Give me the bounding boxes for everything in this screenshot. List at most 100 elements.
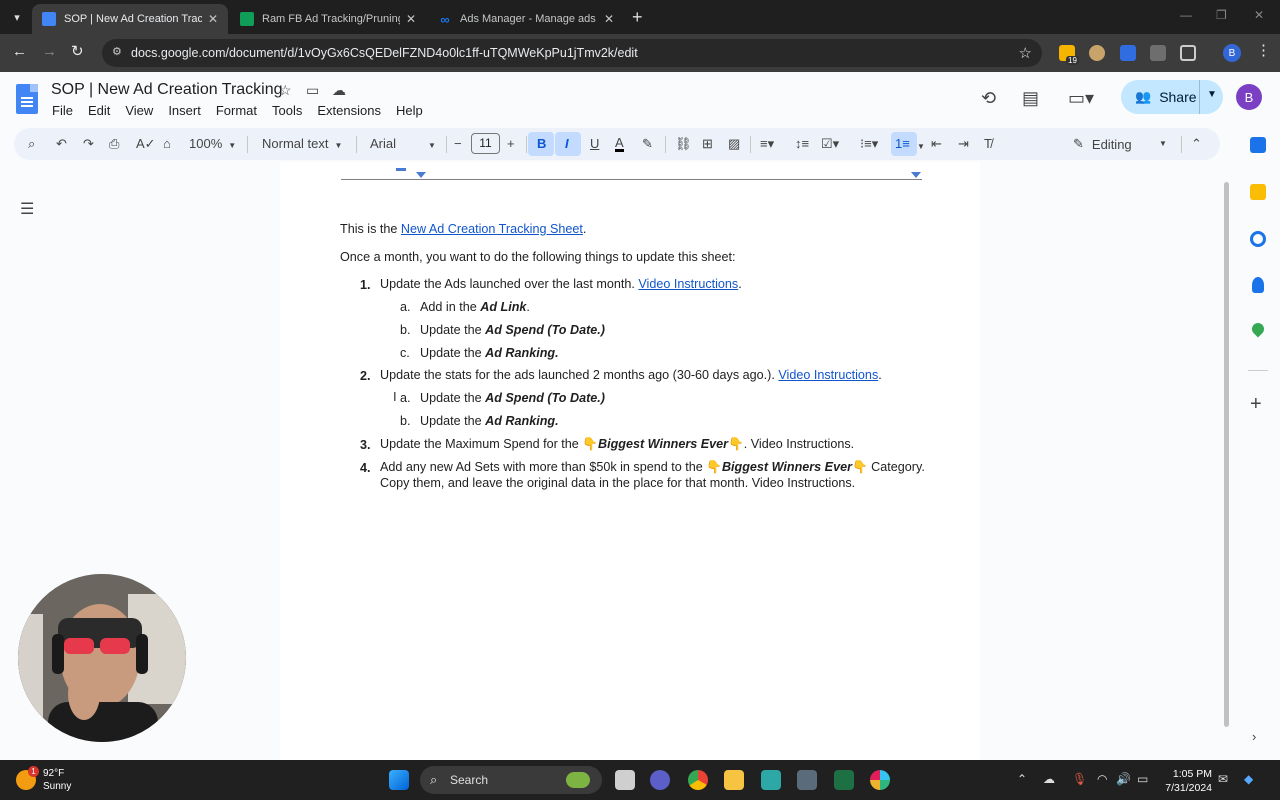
close-tab-icon[interactable]: ✕ <box>406 12 416 26</box>
reload-icon[interactable]: ↻ <box>71 44 84 60</box>
font-size-input[interactable]: 11 <box>471 133 500 154</box>
taskbar-clock[interactable]: 1:05 PM 7/31/2024 <box>1160 767 1212 795</box>
video-instructions-link[interactable]: Video Instructions <box>638 277 738 291</box>
teams-icon[interactable] <box>650 770 670 790</box>
highlight-icon[interactable]: ✎ <box>642 136 653 152</box>
show-hidden-icons[interactable]: ⌃ <box>1017 772 1027 786</box>
vertical-scrollbar[interactable] <box>1222 182 1230 730</box>
site-info-icon[interactable]: ⚙ <box>112 45 126 59</box>
minimize-icon[interactable]: — <box>1180 8 1192 22</box>
menu-format[interactable]: Format <box>216 103 257 118</box>
chevron-down-icon[interactable]: ▼ <box>917 139 925 155</box>
menu-extensions[interactable]: Extensions <box>317 103 381 118</box>
decrease-indent-icon[interactable]: ⇤ <box>931 136 942 152</box>
add-ons-plus-icon[interactable]: + <box>1250 394 1262 414</box>
document-title[interactable]: SOP | New Ad Creation Tracking <box>51 81 283 99</box>
tab-sop-doc[interactable]: SOP | New Ad Creation Tracking ✕ <box>32 4 228 34</box>
keep-icon[interactable] <box>1250 184 1266 200</box>
right-indent-marker[interactable] <box>911 172 921 178</box>
underline-icon[interactable]: U <box>590 136 599 152</box>
add-comment-icon[interactable]: ⊞ <box>702 136 713 152</box>
notepad-icon[interactable] <box>761 770 781 790</box>
menu-tools[interactable]: Tools <box>272 103 302 118</box>
forward-icon[interactable]: → <box>42 44 57 60</box>
search-menus-icon[interactable]: ⌕ <box>28 136 35 152</box>
undo-icon[interactable]: ↶ <box>56 136 67 152</box>
increase-indent-icon[interactable]: ⇥ <box>958 136 969 152</box>
star-icon[interactable]: ☆ <box>279 82 292 99</box>
align-icon[interactable]: ≡▾ <box>760 136 774 152</box>
menu-view[interactable]: View <box>125 103 153 118</box>
back-icon[interactable]: ← <box>12 44 27 60</box>
meet-icon[interactable]: ▭▾ <box>1068 88 1094 109</box>
tab-fb-tracking-sheet[interactable]: Ram FB Ad Tracking/Pruning Sh ✕ <box>230 4 426 34</box>
paint-format-icon[interactable]: ⌂ <box>163 136 171 152</box>
notification-icon[interactable]: ✉ <box>1218 772 1228 786</box>
share-button[interactable]: 👥 Share ▼ <box>1121 80 1223 114</box>
restore-icon[interactable]: ❐ <box>1216 8 1227 22</box>
kebab-menu-icon[interactable]: ⋮ <box>1256 43 1271 59</box>
menu-help[interactable]: Help <box>396 103 423 118</box>
comments-icon[interactable]: ▤ <box>1022 88 1039 109</box>
microphone-icon[interactable]: 🎙 <box>1072 772 1087 786</box>
weather-widget[interactable]: 92°F Sunny <box>43 767 71 793</box>
spellcheck-icon[interactable]: A✓ <box>136 136 156 152</box>
font-select[interactable]: Arial ▼ <box>370 136 436 151</box>
onedrive-icon[interactable]: ☁ <box>1043 772 1055 786</box>
chrome-icon[interactable] <box>688 770 708 790</box>
expand-panel-icon[interactable]: › <box>1252 729 1256 744</box>
tracking-sheet-link[interactable]: New Ad Creation Tracking Sheet <box>401 222 583 236</box>
copilot-icon[interactable]: ◆ <box>1244 772 1253 786</box>
bulleted-list-icon[interactable]: ⁝≡▾ <box>860 136 878 152</box>
insert-link-icon[interactable]: ⛓ <box>675 136 692 152</box>
checklist-icon[interactable]: ☑▾ <box>821 136 839 152</box>
slack-icon[interactable] <box>870 770 890 790</box>
calculator-icon[interactable] <box>797 770 817 790</box>
excel-icon[interactable] <box>834 770 854 790</box>
line-spacing-icon[interactable]: ↕≡ <box>795 136 809 152</box>
close-window-icon[interactable]: ✕ <box>1254 8 1264 22</box>
left-indent-marker[interactable] <box>416 172 426 178</box>
bold-icon[interactable]: B <box>537 136 546 152</box>
puzzle-icon[interactable] <box>1180 45 1196 61</box>
taskbar-search[interactable]: ⌕ Search <box>420 766 602 794</box>
address-bar[interactable]: ⚙ docs.google.com/document/d/1vOyGx6CsQE… <box>102 39 1042 67</box>
extension-icon[interactable] <box>1120 45 1136 61</box>
paragraph-style-select[interactable]: Normal text ▼ <box>262 136 342 151</box>
redo-icon[interactable]: ↷ <box>83 136 94 152</box>
increase-font-size-icon[interactable]: + <box>507 136 515 152</box>
first-line-indent-marker[interactable] <box>396 168 406 171</box>
clear-formatting-icon[interactable]: T̸ <box>984 136 992 152</box>
print-icon[interactable]: ⎙ <box>109 136 119 152</box>
menu-edit[interactable]: Edit <box>88 103 110 118</box>
editing-mode-select[interactable]: ✎ Editing ▼ <box>1061 132 1185 156</box>
tasks-icon[interactable] <box>1250 231 1266 247</box>
move-folder-icon[interactable]: ▭ <box>306 82 319 99</box>
menu-insert[interactable]: Insert <box>168 103 201 118</box>
numbered-list-icon[interactable]: 1≡ <box>895 136 910 152</box>
battery-icon[interactable]: ▭ <box>1137 772 1148 786</box>
document-outline-icon[interactable]: ☰ <box>20 199 34 219</box>
task-view-icon[interactable] <box>615 770 635 790</box>
insert-image-icon[interactable]: ▨ <box>728 136 740 152</box>
contacts-icon[interactable] <box>1252 277 1264 293</box>
tab-ads-manager[interactable]: ∞ Ads Manager - Manage ads - A ✕ <box>428 4 624 34</box>
file-explorer-icon[interactable] <box>724 770 744 790</box>
text-color-icon[interactable]: A <box>615 136 624 152</box>
maps-icon[interactable] <box>1249 320 1267 338</box>
extension-icon[interactable] <box>1089 45 1105 61</box>
bookmark-star-icon[interactable]: ☆ <box>1019 44 1032 62</box>
zoom-select[interactable]: 100% ▼ <box>189 136 236 151</box>
account-avatar[interactable]: B <box>1236 84 1262 110</box>
chevron-down-icon[interactable]: ▼ <box>1207 89 1217 100</box>
hide-menus-icon[interactable]: ⌃ <box>1191 136 1202 152</box>
cloud-status-icon[interactable]: ☁ <box>332 82 346 99</box>
new-tab-button[interactable]: + <box>632 8 643 26</box>
calendar-icon[interactable] <box>1250 137 1266 153</box>
italic-icon[interactable]: I <box>565 136 569 152</box>
extension-icon[interactable] <box>1150 45 1166 61</box>
volume-icon[interactable]: 🔊 <box>1116 772 1131 786</box>
version-history-icon[interactable]: ⟲ <box>981 88 996 109</box>
menu-file[interactable]: File <box>52 103 73 118</box>
browser-profile-avatar[interactable]: B <box>1223 44 1241 62</box>
